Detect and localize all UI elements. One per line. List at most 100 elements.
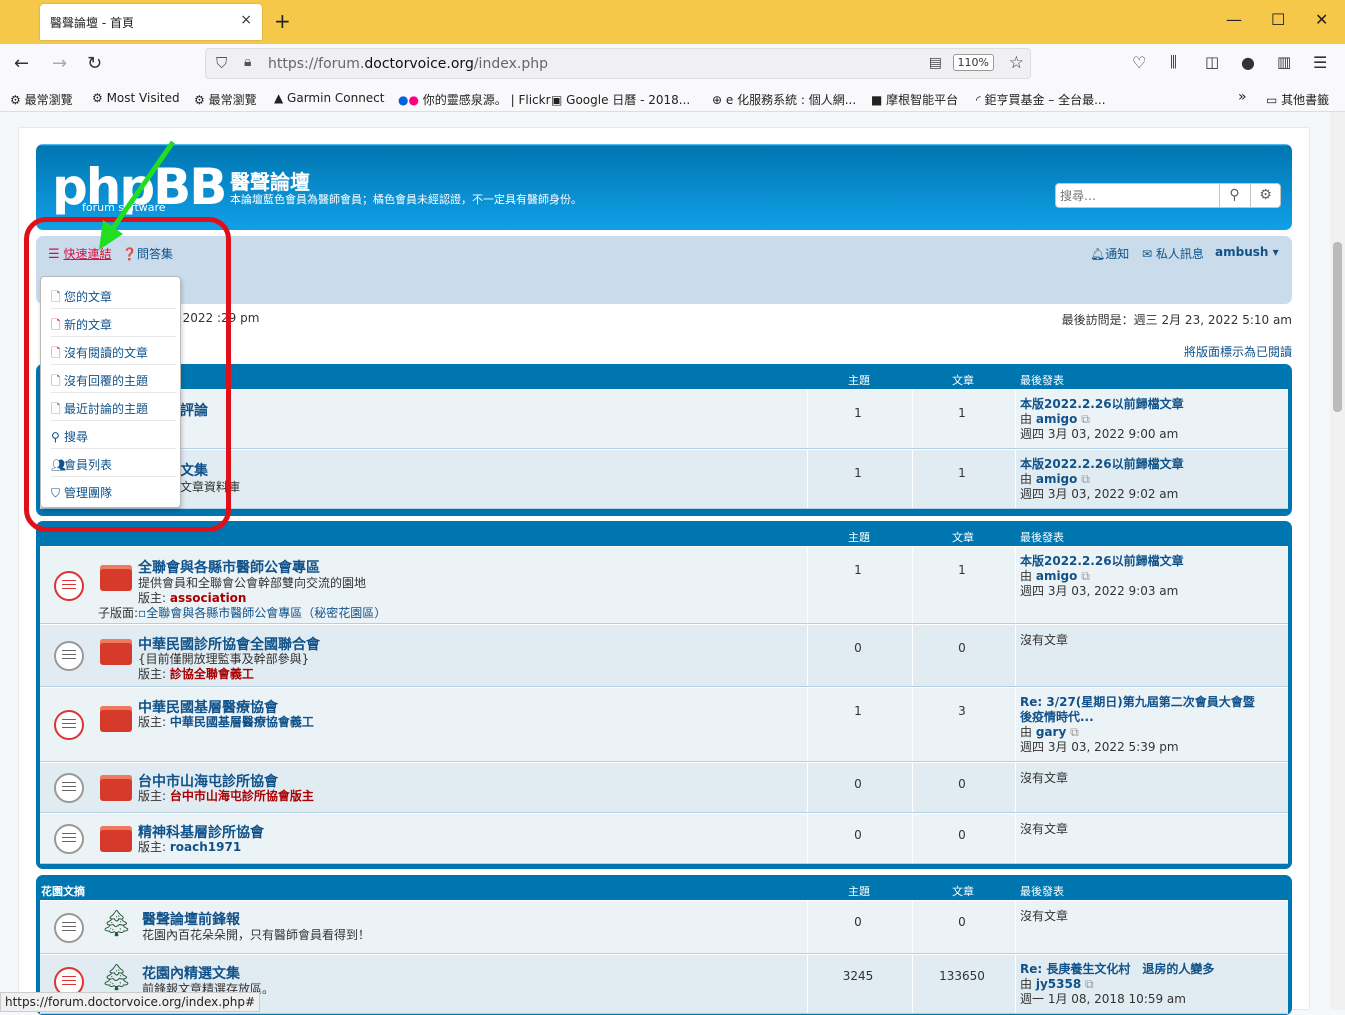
last-post-title-cont[interactable]: 後疫情時代... [1020,710,1255,725]
last-post-title[interactable]: Re: 3/27(星期日)第九屆第二次會員大會暨 [1020,695,1255,710]
tab-title: 醫聲論壇 - 首頁 [50,16,134,30]
pocket-icon[interactable]: ♡ [1132,53,1146,72]
moderator-link[interactable]: 診協全聯會義工 [170,667,254,681]
bookmark-folder[interactable]: ▭ 其他書籤 [1266,91,1329,108]
divider [912,901,913,953]
menu-icon[interactable]: ☰ [1313,53,1327,72]
more-bookmarks-icon[interactable]: » [1238,89,1247,105]
forward-icon[interactable]: → [52,53,67,74]
last-post-user[interactable]: amigo [1036,569,1078,583]
url-bar[interactable]: ⛉ 🔒︎ https://forum.doctorvoice.org/index… [205,48,1031,79]
forum-unread-icon [54,571,84,601]
back-icon[interactable]: ← [14,53,29,74]
forum-folder-icon [100,775,132,801]
last-post-user[interactable]: amigo [1036,472,1078,486]
moderator-link[interactable]: 台中市山海屯診所協會版主 [170,789,314,803]
gear-icon[interactable]: ⚙ [1250,184,1280,207]
url-domain: doctorvoice.org [364,56,474,72]
bookmark-item[interactable]: ▲ Garmin Connect [274,91,384,105]
topics-count: 1 [854,704,862,718]
extension-i-icon[interactable]: ● [1241,53,1255,72]
reload-icon[interactable]: ↻ [87,53,102,74]
divider [807,814,808,863]
page-scrollbar[interactable] [1330,112,1345,1010]
last-post: Re: 長庚養生文化村 退房的人變多 由 jy5358 ⧉ 週一 1月 08, … [1020,962,1214,1007]
moderator-label: 版主: [138,667,167,681]
category-title[interactable]: 花園文摘 [41,883,85,899]
divider [1015,814,1016,863]
last-post-user[interactable]: gary [1036,725,1066,739]
moderator-label: 版主: [138,715,167,729]
last-post-user[interactable]: jy5358 [1036,977,1081,991]
divider [1015,688,1016,761]
last-post-title[interactable]: Re: 長庚養生文化村 退房的人變多 [1020,962,1214,977]
shield-icon[interactable]: ⛉ [216,54,227,72]
divider [1015,547,1016,623]
bookmark-item[interactable]: ●● 你的靈感泉源。 | Flickr [398,91,551,108]
last-post: Re: 3/27(星期日)第九屆第二次會員大會暨 後疫情時代... 由 gary… [1020,695,1255,755]
last-post-title[interactable]: 本版2022.2.26以前歸檔文章 [1020,457,1184,472]
view-post-icon[interactable]: ⧉ [1070,725,1079,739]
moderator-label: 版主: [138,591,167,605]
moderator-link[interactable]: association [170,591,247,605]
bookmark-label: Google 日曆 - 2018... [566,93,691,107]
posts-count: 0 [958,777,966,791]
close-window-icon[interactable]: ✕ [1315,10,1328,29]
active-tab[interactable]: 醫聲論壇 - 首頁 × [40,4,262,40]
divider [912,955,913,1013]
barcode-icon[interactable]: ▥ [1277,53,1291,71]
library-icon[interactable]: ⫼ [1170,53,1177,71]
search-input[interactable] [1060,187,1215,205]
bookmark-item[interactable]: ■ 摩根智能平台 [871,91,958,108]
nav-bar: ← → ↻ ⛉ 🔒︎ https://forum.doctorvoice.org… [0,44,1345,84]
scrollbar-thumb[interactable] [1333,242,1342,412]
last-post-user[interactable]: amigo [1036,412,1078,426]
divider [807,547,808,623]
bookmark-star-icon[interactable]: ☆ [1009,53,1024,73]
new-tab-button[interactable]: + [274,9,291,33]
view-post-icon[interactable]: ⧉ [1085,977,1094,991]
url-text[interactable]: https://forum.doctorvoice.org/index.php [268,56,548,72]
maximize-icon[interactable]: ☐ [1271,10,1285,29]
minimize-icon[interactable]: — [1226,10,1242,29]
view-post-icon[interactable]: ⧉ [1081,569,1090,583]
no-posts-text: 沒有文章 [1020,633,1069,647]
bookmark-item[interactable]: ◜ 鉅亨買基金 – 全台最... [976,91,1106,108]
zoom-level[interactable]: 110% [952,54,994,71]
bookmark-item[interactable]: ▣ Google 日曆 - 2018... [551,91,690,108]
moderator-link[interactable]: roach1971 [170,840,241,854]
search-icon[interactable]: ⚲ [1219,184,1249,207]
moderator-link[interactable]: 中華民國基層醫療協會義工 [170,715,314,729]
topics-count: 0 [854,915,862,929]
category-header: 花園文摘 主題 文章 最後發表 [40,879,1288,900]
user-menu[interactable]: ambush ▾ [1215,245,1279,259]
bookmark-item[interactable]: ⊕ e 化服務系統 : 個人網... [712,91,856,108]
divider [1015,763,1016,812]
last-post-title[interactable]: 本版2022.2.26以前歸檔文章 [1020,397,1184,412]
reader-view-icon[interactable]: ▤ [929,55,942,71]
sidebar-icon[interactable]: ◫ [1205,53,1219,71]
last-post-title[interactable]: 本版2022.2.26以前歸檔文章 [1020,554,1184,569]
last-post-time: 週四 3月 03, 2022 9:00 am [1020,427,1179,441]
mark-forums-read-link[interactable]: 將版面標示為已閱讀 [1184,343,1292,360]
bookmark-item[interactable]: ⚙ 最常瀏覽 [194,91,257,108]
pm-label: 私人訊息 [1155,247,1204,261]
browser-chrome: 醫聲論壇 - 首頁 × + — ☐ ✕ ← → ↻ ⛉ 🔒︎ https://f… [0,0,1345,112]
lock-icon[interactable]: 🔒︎ [244,54,251,70]
view-post-icon[interactable]: ⧉ [1081,412,1090,426]
bookmark-item[interactable]: ⚙ Most Visited [92,91,180,105]
divider [807,688,808,761]
pm-link[interactable]: ✉ 私人訊息 [1142,245,1204,262]
notifications-label: 通知 [1105,247,1130,261]
inbox-icon: ✉ [1142,247,1153,261]
view-post-icon[interactable]: ⧉ [1081,472,1090,486]
posts-count: 0 [958,828,966,842]
col-topics: 主題 [848,374,870,387]
col-posts: 文章 [952,531,974,544]
tab-close-icon[interactable]: × [240,12,252,28]
col-topics: 主題 [848,531,870,544]
bookmark-item[interactable]: ⚙ 最常瀏覽 [10,91,73,108]
notifications-link[interactable]: 🔔︎通知 [1090,245,1129,262]
subforum-link[interactable]: ▫全聯會與各縣市醫師公會專區（秘密花園區） [138,606,386,620]
url-path: /index.php [473,56,548,72]
